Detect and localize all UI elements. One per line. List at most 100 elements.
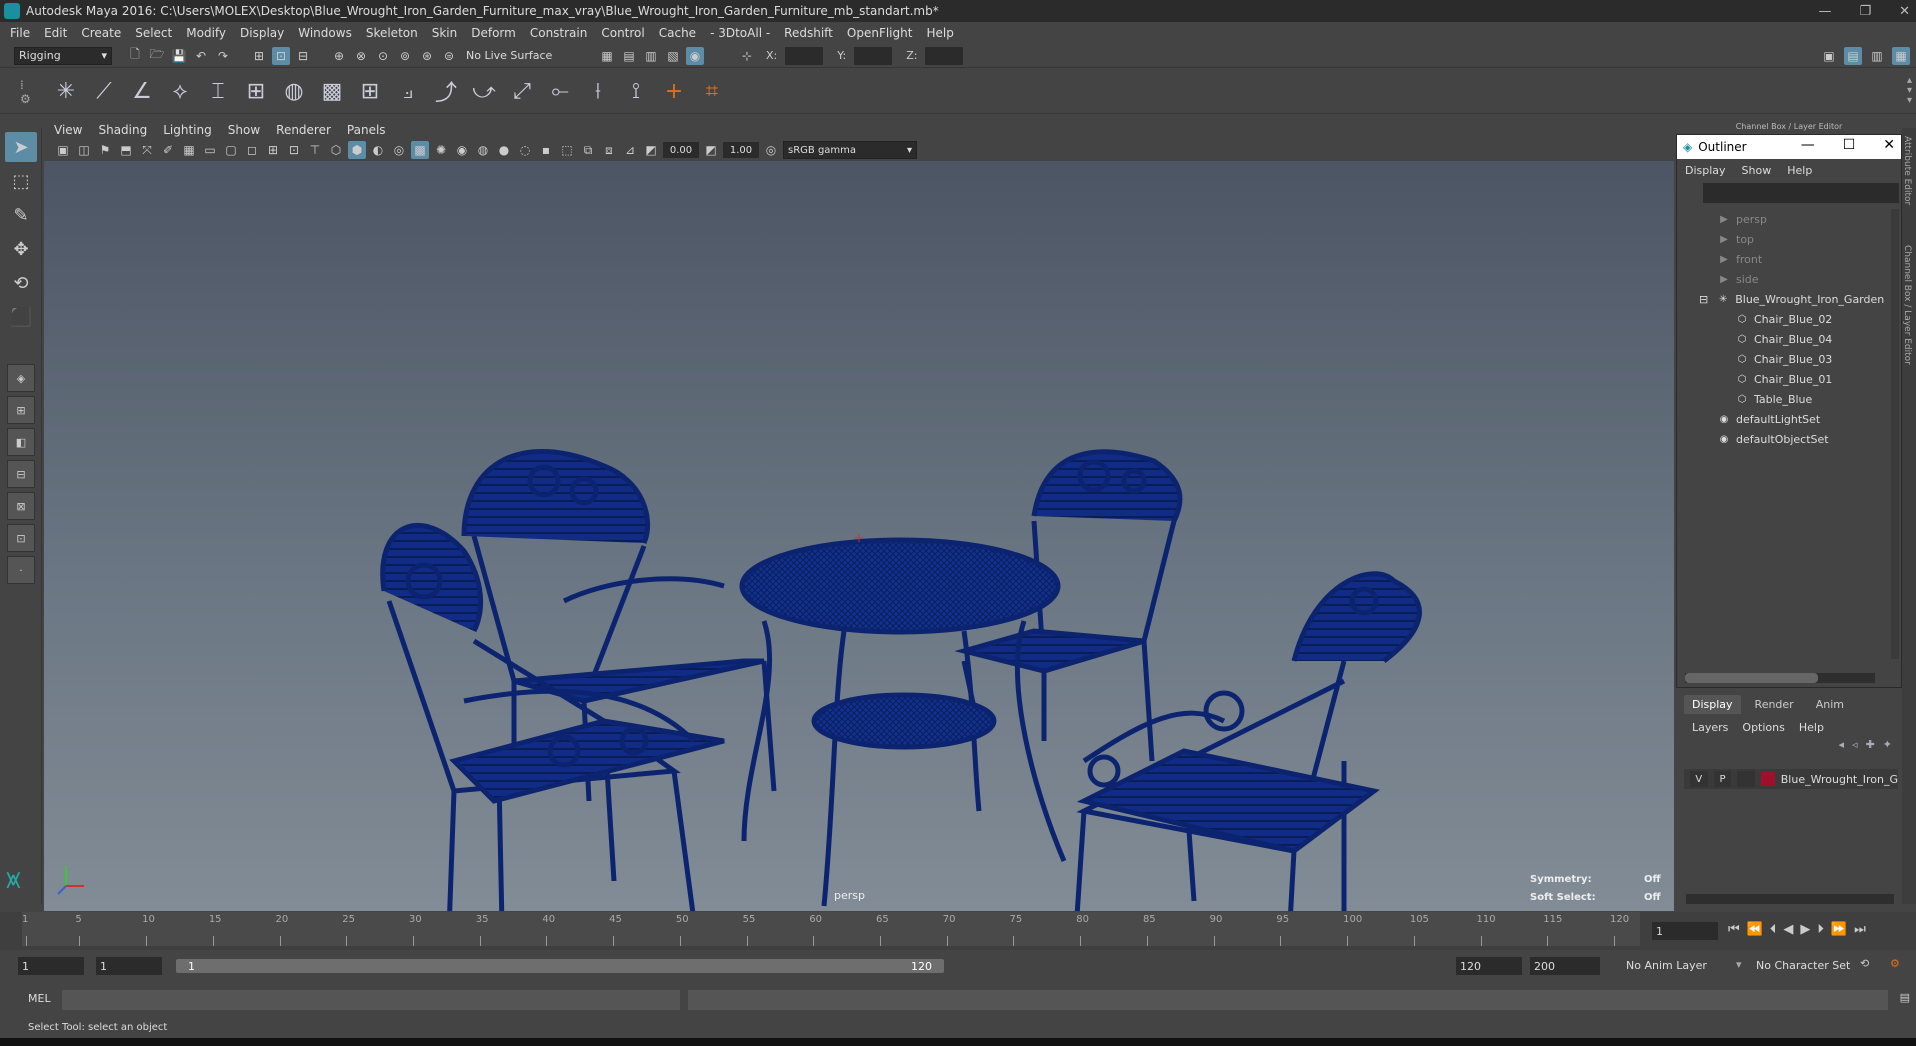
aim-constraint-icon[interactable]: ⤴ [430, 74, 462, 108]
maximize-icon[interactable]: ❐ [1859, 4, 1871, 19]
image-plane-icon[interactable]: ⬒ [117, 141, 135, 159]
menu-redshift[interactable]: Redshift [784, 26, 833, 40]
character-set-dropdown[interactable]: No Character Set [1756, 959, 1850, 972]
snap-grid-icon[interactable]: ⊕ [330, 47, 348, 65]
layer-name[interactable]: Blue_Wrought_Iron_G [1781, 773, 1898, 786]
tool-settings-icon[interactable]: ▥ [1868, 47, 1886, 65]
menu-file[interactable]: File [10, 26, 30, 40]
ik-spline-icon[interactable]: ∠ [126, 74, 158, 108]
outliner-vscroll[interactable] [1891, 209, 1899, 659]
menu-display[interactable]: Display [240, 26, 284, 40]
render-frame-icon[interactable]: ▤ [620, 47, 638, 65]
step-back-key-icon[interactable]: ⏪ [1747, 922, 1763, 937]
menu-help[interactable]: Help [926, 26, 953, 40]
channel-box-toggle-icon[interactable]: ▦ [1892, 46, 1910, 65]
resolution-gate-icon[interactable]: ▢ [222, 141, 240, 159]
menu-modify[interactable]: Modify [186, 26, 226, 40]
exposure-field[interactable]: 0.00 [663, 142, 699, 158]
step-forward-frame-icon[interactable]: ⏵ [1817, 922, 1824, 937]
outliner-item[interactable]: ⬡ Chair_Blue_01 [1679, 369, 1889, 389]
outliner-search-input[interactable] [1703, 183, 1899, 203]
view-transform-dropdown[interactable]: sRGB gamma ▾ [783, 141, 917, 159]
outliner-close-icon[interactable]: ✕ [1883, 137, 1895, 153]
parent-constraint-icon[interactable]: ⟜ [544, 74, 576, 108]
film-gate-icon[interactable]: ▭ [201, 141, 219, 159]
bind-skin-icon[interactable]: ⊞ [240, 74, 272, 108]
z-field[interactable] [925, 46, 964, 65]
move-layer-down-icon[interactable]: ◃ [1852, 738, 1858, 751]
outliner-item[interactable]: ▶ persp [1679, 209, 1889, 229]
close-icon[interactable]: ✕ [1899, 4, 1910, 19]
render-settings-icon[interactable]: ▦ [598, 47, 616, 65]
new-layer-selected-icon[interactable]: ✦ [1883, 738, 1892, 751]
step-forward-key-icon[interactable]: ⏩ [1831, 922, 1847, 937]
open-scene-icon[interactable]: 🗁 [148, 47, 166, 65]
menu-3dtoall[interactable]: - 3DtoAll - [710, 26, 770, 40]
anti-aliasing-icon[interactable]: ◌ [516, 141, 534, 159]
ik-handle-icon[interactable]: ⟋ [88, 74, 120, 108]
go-to-start-icon[interactable]: ⏮ [1728, 922, 1740, 937]
x-field[interactable] [785, 46, 824, 65]
snap-center-icon[interactable]: ⊜ [440, 47, 458, 65]
step-back-frame-icon[interactable]: ⏴ [1770, 922, 1777, 937]
anim-layer-dropdown[interactable]: No Anim Layer [1626, 959, 1707, 972]
menu-constrain[interactable]: Constrain [530, 26, 588, 40]
outliner-item[interactable]: ⬡ Chair_Blue_02 [1679, 309, 1889, 329]
select-hierarchy-icon[interactable]: ⊞ [250, 47, 268, 65]
snap-surface-icon[interactable]: ⊛ [418, 47, 436, 65]
grease-pencil-icon[interactable]: ✐ [159, 141, 177, 159]
render-view-icon[interactable]: ▧ [664, 47, 682, 65]
joint-tool-icon[interactable]: ✳ [50, 74, 82, 108]
snap-plane-icon[interactable]: ⊚ [396, 47, 414, 65]
menu-create[interactable]: Create [81, 26, 121, 40]
animation-prefs-icon[interactable]: ⚙ [1890, 957, 1900, 970]
smooth-bind-icon[interactable]: ◍ [278, 74, 310, 108]
redo-icon[interactable]: ↷ [214, 47, 232, 65]
hypershade-layout-icon[interactable]: ⊠ [7, 492, 35, 520]
outliner-item[interactable]: ⊟ ✳ Blue_Wrought_Iron_Garden [1679, 289, 1889, 309]
exposure-icon[interactable]: ◩ [642, 141, 660, 159]
xray-components-icon[interactable]: ⊿ [621, 141, 639, 159]
gate-mask-icon[interactable]: ◻ [243, 141, 261, 159]
layer-color-swatch[interactable] [1761, 772, 1775, 786]
play-backward-icon[interactable]: ◀ [1783, 922, 1793, 937]
wireframe-icon[interactable]: ⬡ [327, 141, 345, 159]
minimize-icon[interactable]: — [1818, 4, 1831, 19]
xray-joints-icon[interactable]: ⧈ [600, 141, 618, 159]
panel-menu-renderer[interactable]: Renderer [276, 123, 331, 137]
outliner-item[interactable]: ⬡ Table_Blue [1679, 389, 1889, 409]
outliner-item[interactable]: ▶ front [1679, 249, 1889, 269]
y-field[interactable] [854, 46, 893, 65]
channel-box-tab[interactable]: Channel Box / Layer Editor [1902, 245, 1912, 365]
wireframe-on-shaded-icon[interactable]: ◎ [390, 141, 408, 159]
gamma-field[interactable]: 1.00 [723, 142, 759, 158]
move-layer-up-icon[interactable]: ◂ [1839, 738, 1845, 751]
bookmark-icon[interactable]: ⚑ [96, 141, 114, 159]
scale-tool-icon[interactable]: ⬛ [5, 302, 37, 332]
layer-type-toggle[interactable] [1737, 771, 1756, 787]
persp-graph-layout-icon[interactable]: ⊟ [7, 460, 35, 488]
depth-of-field-icon[interactable]: ▪ [537, 141, 555, 159]
attribute-editor-toggle-icon[interactable]: ▤ [1844, 46, 1862, 65]
menu-skeleton[interactable]: Skeleton [366, 26, 418, 40]
outliner-minimize-icon[interactable]: — [1801, 137, 1815, 153]
command-input[interactable] [62, 990, 680, 1010]
cluster-icon[interactable]: ⊞ [354, 74, 386, 108]
point-constraint-icon[interactable]: ⟓ [392, 74, 424, 108]
outliner-item[interactable]: ⬡ Chair_Blue_04 [1679, 329, 1889, 349]
scale-constraint-icon[interactable]: ⤢ [506, 74, 538, 108]
camera-attributes-icon[interactable]: ◫ [75, 141, 93, 159]
start-time-field[interactable]: 1 [18, 957, 84, 975]
outliner-menu-show[interactable]: Show [1742, 164, 1772, 177]
layer-playback-toggle[interactable]: P [1713, 771, 1732, 787]
collapse-icon[interactable]: ⊟ [1699, 293, 1708, 306]
menu-control[interactable]: Control [601, 26, 644, 40]
tab-display[interactable]: Display [1684, 694, 1741, 714]
new-layer-icon[interactable]: ✚ [1866, 738, 1875, 751]
go-to-end-icon[interactable]: ⏭ [1854, 922, 1866, 937]
single-perspective-layout-icon[interactable]: ◈ [7, 364, 35, 392]
panel-menu-show[interactable]: Show [228, 123, 260, 137]
two-d-pan-icon[interactable]: ⤧ [138, 141, 156, 159]
outliner-menu-help[interactable]: Help [1787, 164, 1812, 177]
playback-start-field[interactable]: 1 [96, 957, 162, 975]
